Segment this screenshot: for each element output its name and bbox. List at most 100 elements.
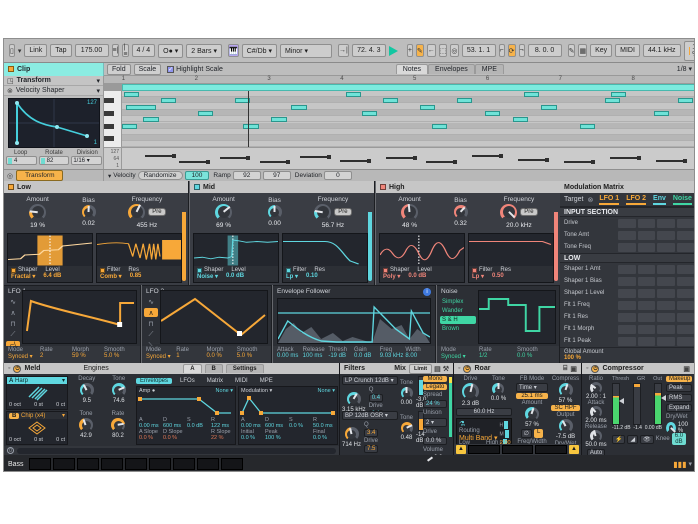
tone-knob[interactable] <box>79 418 93 432</box>
nudge-down-icon[interactable]: ≡| <box>112 44 120 57</box>
shaper-type-menu[interactable]: Noise ▾ <box>197 273 218 280</box>
matrix-cell[interactable] <box>677 277 695 286</box>
tab-notes[interactable]: Notes <box>396 64 428 74</box>
pre-button[interactable]: Pre <box>334 208 351 216</box>
frequency-knob[interactable] <box>314 204 331 221</box>
midi-note[interactable] <box>243 124 258 129</box>
clear-target-icon[interactable]: ⊗ <box>587 196 593 204</box>
tempo-field[interactable]: 175.00 <box>75 44 109 57</box>
band-header[interactable]: Mid <box>190 181 374 193</box>
tone-knob[interactable] <box>112 383 126 397</box>
midi-note[interactable] <box>457 98 472 103</box>
filter-b-drive-field[interactable]: 7.5 <box>364 445 378 453</box>
matrix-row-label[interactable]: Tone Amt <box>564 232 616 238</box>
listen-icon[interactable]: 👁 <box>640 435 654 444</box>
matrix-cell[interactable] <box>638 289 656 298</box>
re-enable-automation-icon[interactable]: ← <box>427 44 436 57</box>
engine-b-ct[interactable]: 0 ct <box>56 437 65 443</box>
matrix-cell[interactable] <box>618 265 636 274</box>
shaper-display[interactable]: ShaperLevelFractal ▾6.4 dB <box>7 233 93 283</box>
shaper-type-menu[interactable]: Poly ▾ <box>383 273 400 280</box>
groove-menu[interactable]: O● ▾ <box>158 44 183 58</box>
filter-display[interactable]: FilterResComb ▾0.85 <box>96 233 182 283</box>
meld-subtab-envelopes[interactable]: Envelopes <box>136 378 172 384</box>
amount-knob[interactable] <box>215 204 232 221</box>
meld-tab-settings[interactable]: Settings <box>226 364 264 373</box>
expression-lane[interactable]: 127641 <box>104 147 695 169</box>
engine-b-st[interactable]: 0 st <box>34 437 43 443</box>
mix-a-tone-knob[interactable] <box>401 387 413 399</box>
loop-start-field[interactable]: 53. 1. 1 <box>462 44 496 57</box>
filter-b-freq-knob[interactable] <box>345 427 359 441</box>
output-value[interactable]: 0.00 dB <box>645 425 662 431</box>
sine-wave-icon[interactable]: ∿ <box>144 297 158 306</box>
rotate-field[interactable]: 82 <box>39 156 70 165</box>
automation-segment[interactable] <box>518 159 547 161</box>
width-value[interactable]: 8.00 <box>405 353 431 359</box>
lfo1-mode[interactable]: Synced ▾ <box>8 353 40 360</box>
ramp-start-field[interactable]: 92 <box>233 171 261 180</box>
automation-segment[interactable] <box>426 161 455 163</box>
matrix-cell[interactable] <box>638 301 656 310</box>
envelope-follower-display[interactable] <box>277 298 431 344</box>
res-value[interactable]: 0.10 <box>306 273 318 280</box>
attack-knob[interactable] <box>590 406 602 418</box>
engine-b-oct[interactable]: 0 oct <box>9 437 21 443</box>
frequency-knob[interactable] <box>500 204 517 221</box>
matrix-cell[interactable] <box>677 265 695 274</box>
key-map-button[interactable]: Key <box>590 44 612 57</box>
band-header[interactable]: High <box>376 181 560 193</box>
matrix-cell[interactable] <box>618 301 636 310</box>
drive-knob[interactable] <box>462 383 479 400</box>
engine-b-selector[interactable]: B Chip (x4)▾ <box>7 412 67 419</box>
device-thumbnail[interactable] <box>197 458 219 470</box>
loop-field[interactable]: 4 <box>6 156 37 165</box>
keyboard-icon[interactable]: ▤ <box>434 365 441 373</box>
filter-b-type-menu[interactable]: BP 12dB OSR ▾ <box>342 411 398 420</box>
device-on-icon[interactable]: ⏻ <box>591 365 599 373</box>
chevron-down-icon[interactable]: ▾ <box>688 460 692 468</box>
fb-amount-knob[interactable] <box>525 407 539 421</box>
midi-note[interactable] <box>580 124 595 129</box>
playhead[interactable] <box>248 91 249 147</box>
threshold-value[interactable]: -11.2 dB <box>612 425 631 431</box>
meter-icon[interactable]: ▮▮▮ <box>673 460 686 469</box>
midi-note[interactable] <box>485 111 500 116</box>
matrix-cell[interactable] <box>638 219 656 228</box>
overdub-icon[interactable]: + <box>407 44 413 57</box>
matrix-cell[interactable] <box>638 325 656 334</box>
output-meter[interactable] <box>654 383 662 425</box>
amp-mod-target[interactable]: None ▾ <box>216 388 233 394</box>
ratio-knob[interactable] <box>590 382 602 394</box>
attack-value[interactable]: 0.00 ms <box>277 353 303 359</box>
lfo2-display[interactable] <box>160 290 268 344</box>
matrix-cell[interactable] <box>638 277 656 286</box>
frequency-value[interactable]: 20.0 kHz <box>506 222 532 229</box>
matrix-row-label[interactable]: Flt 1 Morph <box>564 326 616 332</box>
matrix-row-label[interactable]: Shaper 1 Level <box>564 290 616 296</box>
model-peak[interactable]: Peak <box>666 384 692 392</box>
matrix-cell[interactable] <box>618 219 636 228</box>
matrix-cell[interactable] <box>677 325 695 334</box>
collapse-icon[interactable]: ◦ <box>458 365 460 372</box>
pre-button[interactable]: Pre <box>520 208 537 216</box>
matrix-cell[interactable] <box>657 301 675 310</box>
quantize-menu[interactable]: 2 Bars ▾ <box>186 44 222 58</box>
scale-mode-icon[interactable]: 🎹 <box>228 44 239 57</box>
band-thumbnail[interactable] <box>502 445 534 454</box>
midi-note[interactable] <box>678 98 693 103</box>
automation-segment[interactable] <box>340 160 369 162</box>
device-thumbnail[interactable] <box>221 458 243 470</box>
black-key[interactable] <box>104 111 114 116</box>
lane-chooser[interactable]: ▾ <box>108 172 111 180</box>
midi-note[interactable] <box>383 98 398 103</box>
options-icon[interactable]: ▯ <box>9 44 15 57</box>
black-key[interactable] <box>104 136 114 141</box>
mod-peak[interactable]: 100 % <box>265 435 287 441</box>
filter-a-q-field[interactable]: 0.4 <box>369 394 383 402</box>
midi-note[interactable] <box>611 92 626 97</box>
noise-mode[interactable]: Synced ▾ <box>441 353 479 360</box>
matrix-cell[interactable] <box>657 265 675 274</box>
ramp-end-field[interactable]: 97 <box>263 171 291 180</box>
draw-mode-icon[interactable]: ✎ <box>568 44 576 57</box>
